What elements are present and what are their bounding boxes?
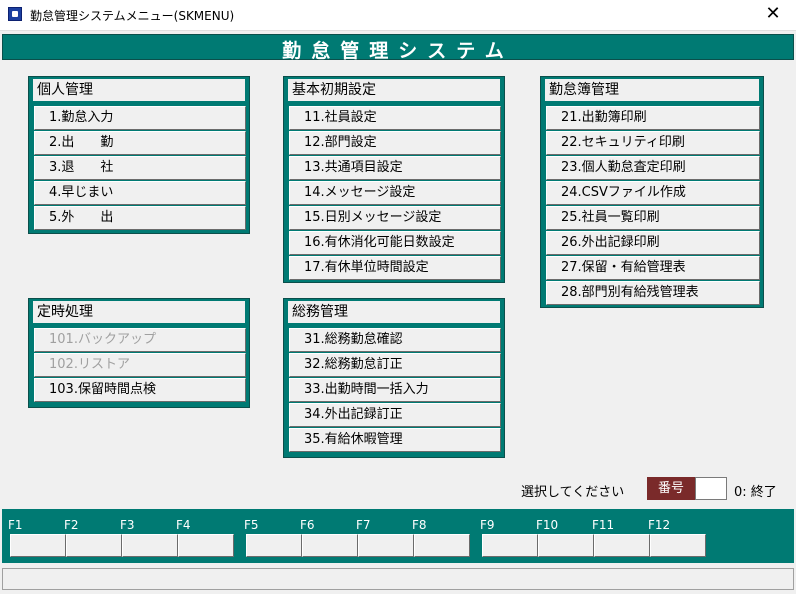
menu-button[interactable]: 2.出 勤	[34, 131, 246, 155]
menu-button[interactable]: 22.セキュリティ印刷	[546, 131, 760, 155]
function-key-label: F10	[536, 518, 559, 532]
quit-hint: 0: 終了	[734, 485, 777, 500]
function-key-label: F4	[176, 518, 191, 532]
menu-button: 102.リストア	[34, 353, 246, 377]
group-scheduled-processing: 定時処理 101.バックアップ 102.リストア 103.保留時間点検	[28, 298, 250, 408]
status-bar	[2, 568, 794, 590]
menu-button[interactable]: 24.CSVファイル作成	[546, 181, 760, 205]
number-input[interactable]	[695, 477, 727, 500]
function-key-button-f9[interactable]	[482, 534, 538, 557]
menu-button[interactable]: 33.出勤時間一括入力	[289, 378, 501, 402]
menu-button[interactable]: 17.有休単位時間設定	[289, 256, 501, 280]
menu-button[interactable]: 15.日別メッセージ設定	[289, 206, 501, 230]
system-header: 勤怠管理システム	[2, 34, 794, 62]
function-key-label: F11	[592, 518, 615, 532]
menu-button[interactable]: 35.有給休暇管理	[289, 428, 501, 452]
function-key-button-f7[interactable]	[358, 534, 414, 557]
function-key-button-f12[interactable]	[650, 534, 706, 557]
number-label: 番号	[647, 477, 695, 500]
function-key-button-f3[interactable]	[122, 534, 178, 557]
selection-prompt: 選択してください	[521, 485, 625, 500]
page-title: 勤怠管理システム	[282, 40, 514, 62]
group-personal: 個人管理 1.勤怠入力 2.出 勤 3.退 社 4.早じまい 5.外 出	[28, 76, 250, 234]
function-key-button-f8[interactable]	[414, 534, 470, 557]
function-key-label: F12	[648, 518, 671, 532]
close-icon[interactable]: ✕	[750, 0, 796, 30]
function-key-button-f1[interactable]	[10, 534, 66, 557]
app-icon	[8, 7, 22, 21]
function-key-button-f5[interactable]	[246, 534, 302, 557]
function-key-label: F8	[412, 518, 427, 532]
menu-button[interactable]: 3.退 社	[34, 156, 246, 180]
menu-button[interactable]: 14.メッセージ設定	[289, 181, 501, 205]
group-attendance-ledger: 勤怠簿管理 21.出勤簿印刷 22.セキュリティ印刷 23.個人勤怠査定印刷 24.C…	[540, 76, 764, 308]
menu-button[interactable]: 28.部門別有給残管理表	[546, 281, 760, 305]
menu-button[interactable]: 34.外出記録訂正	[289, 403, 501, 427]
menu-button[interactable]: 5.外 出	[34, 206, 246, 230]
function-key-button-f2[interactable]	[66, 534, 122, 557]
function-key-label: F6	[300, 518, 315, 532]
menu-button[interactable]: 27.保留・有給管理表	[546, 256, 760, 280]
group-title: 個人管理	[33, 79, 245, 101]
function-key-button-f11[interactable]	[594, 534, 650, 557]
menu-button[interactable]: 103.保留時間点検	[34, 378, 246, 402]
menu-button[interactable]: 23.個人勤怠査定印刷	[546, 156, 760, 180]
function-key-label: F1	[8, 518, 23, 532]
group-title: 定時処理	[33, 301, 245, 323]
menu-button[interactable]: 21.出勤簿印刷	[546, 106, 760, 130]
group-general-affairs: 総務管理 31.総務勤怠確認 32.総務勤怠訂正 33.出勤時間一括入力 34.外出記…	[283, 298, 505, 458]
function-key-button-f4[interactable]	[178, 534, 234, 557]
function-key-label: F7	[356, 518, 371, 532]
function-key-label: F3	[120, 518, 135, 532]
menu-button[interactable]: 4.早じまい	[34, 181, 246, 205]
menu-button[interactable]: 16.有休消化可能日数設定	[289, 231, 501, 255]
window-titlebar: 勤怠管理システムメニュー(SKMENU) ✕	[0, 0, 796, 31]
function-key-label: F5	[244, 518, 259, 532]
window-title: 勤怠管理システムメニュー(SKMENU)	[30, 9, 235, 23]
menu-button[interactable]: 1.勤怠入力	[34, 106, 246, 130]
function-key-button-f10[interactable]	[538, 534, 594, 557]
group-title: 基本初期設定	[288, 79, 500, 101]
menu-button[interactable]: 12.部門設定	[289, 131, 501, 155]
menu-button[interactable]: 32.総務勤怠訂正	[289, 353, 501, 377]
menu-button[interactable]: 31.総務勤怠確認	[289, 328, 501, 352]
function-key-button-f6[interactable]	[302, 534, 358, 557]
menu-button: 101.バックアップ	[34, 328, 246, 352]
menu-button[interactable]: 25.社員一覧印刷	[546, 206, 760, 230]
function-key-label: F9	[480, 518, 495, 532]
menu-button[interactable]: 26.外出記録印刷	[546, 231, 760, 255]
group-title: 総務管理	[288, 301, 500, 323]
menu-button[interactable]: 11.社員設定	[289, 106, 501, 130]
group-title: 勤怠簿管理	[545, 79, 759, 101]
function-key-label: F2	[64, 518, 79, 532]
group-basic-settings: 基本初期設定 11.社員設定 12.部門設定 13.共通項目設定 14.メッセージ設定…	[283, 76, 505, 283]
menu-button[interactable]: 13.共通項目設定	[289, 156, 501, 180]
